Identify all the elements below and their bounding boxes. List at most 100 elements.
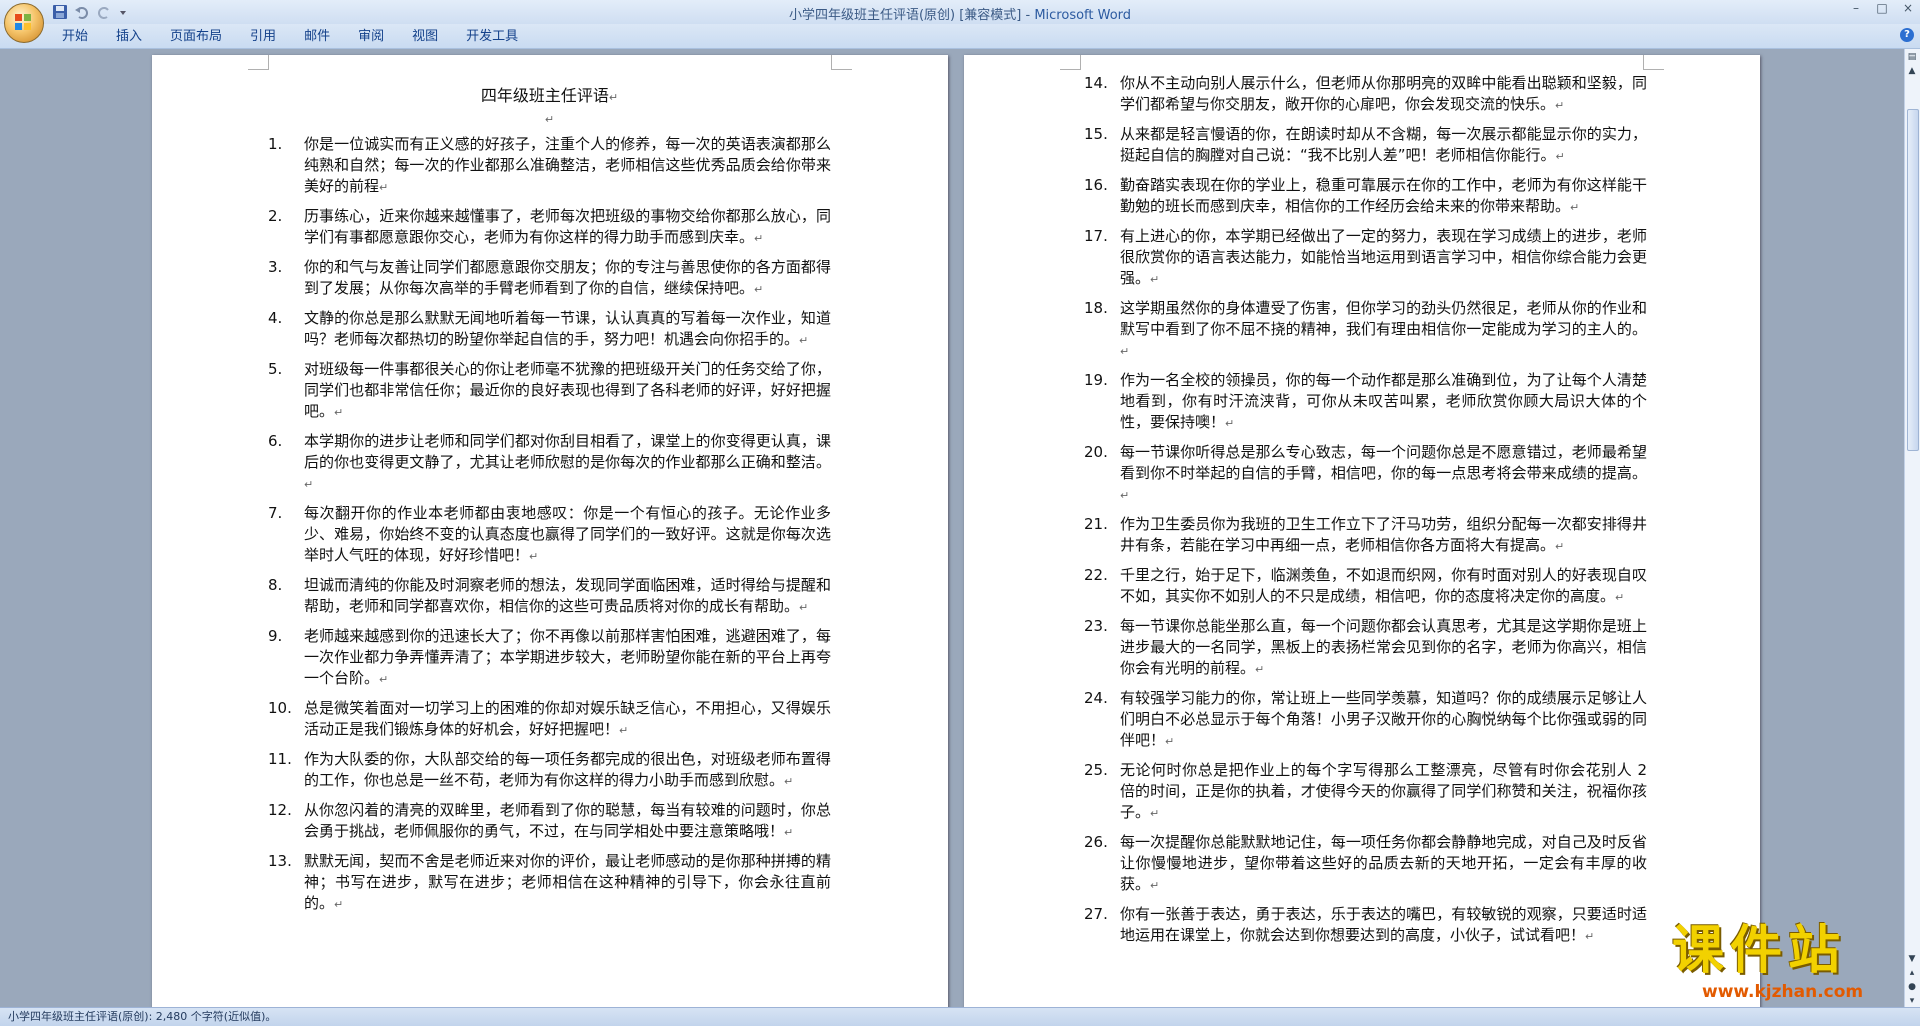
comment-paragraph: 16. 勤奋踏实表现在你的学业上，稳重可靠展示在你的工作中，老师为有你这样能干勤勉… <box>1084 175 1647 218</box>
paragraph-mark-icon: ↵ <box>1555 150 1565 163</box>
list-number: 22. <box>1084 566 1108 584</box>
paragraph-mark-icon: ↵ <box>1120 489 1130 502</box>
comment-text: 每一节课你听得总是那么专心致志，每一个问题你总是不愿意错过，老师最希望看到你不时… <box>1120 442 1647 506</box>
list-number: 18. <box>1084 299 1108 317</box>
document-page-2[interactable]: 14. 你从不主动向别人展示什么，但老师从你那明亮的双眸中能看出聪颖和坚毅，同学们… <box>964 55 1760 1007</box>
comment-list-page-1: 1. 你是一位诚实而有正义感的好孩子，注重个人的修养，每一次的英语表演都那么纯熟和… <box>268 134 831 915</box>
comment-text: 对班级每一件事都很关心的你让老师毫不犹豫的把班级开关门的任务交给了你，同学们也都… <box>304 359 831 423</box>
comment-paragraph: 12. 从你忽闪着的清亮的双眸里，老师看到了你的聪慧，每当有较难的问题时，你总会勇… <box>268 800 831 843</box>
ribbon-tab-bar: 开始 插入 页面布局 引用 邮件 审阅 视图 开发工具 ? <box>0 24 1920 49</box>
comment-paragraph: 1. 你是一位诚实而有正义感的好孩子，注重个人的修养，每一次的英语表演都那么纯熟和… <box>268 134 831 198</box>
scrollbar-thumb[interactable] <box>1907 109 1919 451</box>
comment-text: 每一次提醒你总能默默地记住，每一项任务你都会静静地完成，对自己及时反省让你慢慢地… <box>1120 832 1647 896</box>
paragraph-mark-icon: ↵ <box>1150 879 1160 892</box>
office-button[interactable] <box>4 3 44 43</box>
comment-text-body: 勤奋踏实表现在你的学业上，稳重可靠展示在你的工作中，老师为有你这样能干勤勉的班长… <box>1120 176 1647 215</box>
paragraph-mark-icon: ↵ <box>619 724 629 737</box>
comment-paragraph: 7. 每次翻开你的作业本老师都由衷地感叹：你是一个有恒心的孩子。无论作业多少、难易… <box>268 503 831 567</box>
paragraph-mark-icon: ↵ <box>1225 417 1235 430</box>
paragraph-mark-icon: ↵ <box>1615 591 1625 604</box>
comment-text-body: 你的和气与友善让同学们都愿意跟你交朋友；你的专注与善思使你的各方面都得到了发展；… <box>304 258 831 297</box>
comment-text: 你是一位诚实而有正义感的好孩子，注重个人的修养，每一次的英语表演都那么纯熟和自然… <box>304 134 831 198</box>
tab-review[interactable]: 审阅 <box>344 28 398 45</box>
comment-list-page-2: 14. 你从不主动向别人展示什么，但老师从你那明亮的双眸中能看出聪颖和坚毅，同学们… <box>1084 73 1647 947</box>
list-number: 7. <box>268 504 283 522</box>
paragraph-mark-icon: ↵ <box>754 283 764 296</box>
scroll-up-icon[interactable]: ▲ <box>1906 65 1918 77</box>
vertical-scrollbar[interactable]: ▤ ▲ ▼ ▴ ● ▾ <box>1904 49 1920 1007</box>
maximize-icon[interactable]: □ <box>1876 2 1888 14</box>
margin-corner-mark <box>248 55 269 70</box>
paragraph-mark-icon: ↵ <box>1585 930 1595 943</box>
comment-text-body: 有上进心的你，本学期已经做出了一定的努力，表现在学习成绩上的进步，老师很欣赏你的… <box>1120 227 1647 287</box>
comment-paragraph: 21. 作为卫生委员你为我班的卫生工作立下了汗马功劳，组织分配每一次都安排得井井有… <box>1084 514 1647 557</box>
list-number: 17. <box>1084 227 1108 245</box>
minimize-icon[interactable]: – <box>1850 2 1862 14</box>
comment-text-body: 对班级每一件事都很关心的你让老师毫不犹豫的把班级开关门的任务交给了你，同学们也都… <box>304 360 831 420</box>
comment-text-body: 你从不主动向别人展示什么，但老师从你那明亮的双眸中能看出聪颖和坚毅，同学们都希望… <box>1120 74 1647 113</box>
tab-page-layout[interactable]: 页面布局 <box>156 28 236 45</box>
list-number: 23. <box>1084 617 1108 635</box>
comment-paragraph: 5. 对班级每一件事都很关心的你让老师毫不犹豫的把班级开关门的任务交给了你，同学们… <box>268 359 831 423</box>
document-page-1[interactable]: 四年级班主任评语↵ ↵ 1. 你是一位诚实而有正义感的好孩子，注重个人的修养，每一… <box>152 55 948 1007</box>
paragraph-mark-icon: ↵ <box>1150 273 1160 286</box>
paragraph-mark-icon: ↵ <box>379 181 389 194</box>
comment-paragraph: 8. 坦诚而清纯的你能及时洞察老师的想法，发现同学面临困难，适时得给与提醒和帮助，… <box>268 575 831 618</box>
help-icon[interactable]: ? <box>1900 28 1914 42</box>
window-controls: – □ × <box>1850 2 1914 14</box>
comment-paragraph: 2. 历事练心，近来你越来越懂事了，老师每次把班级的事物交给你都那么放心，同学们有… <box>268 206 831 249</box>
list-number: 24. <box>1084 689 1108 707</box>
document-title-text: 小学四年级班主任评语(原创) [兼容模式] - <box>788 8 1035 23</box>
comment-paragraph: 18. 这学期虽然你的身体遭受了伤害，但你学习的劲头仍然很足，老师从你的作业和默写… <box>1084 298 1647 362</box>
paragraph-mark-icon: ↵ <box>1570 201 1580 214</box>
word-count-status[interactable]: 小学四年级班主任评语(原创): 2,480 个字符(近似值)。 <box>0 1010 276 1023</box>
list-number: 21. <box>1084 515 1108 533</box>
comment-text: 每一节课你总能坐那么直，每一个问题你都会认真思考，尤其是这学期你是班上进步最大的… <box>1120 616 1647 680</box>
tab-mailings[interactable]: 邮件 <box>290 28 344 45</box>
comment-text: 作为大队委的你，大队部交给的每一项任务都完成的很出色，对班级老师布置得的工作，你… <box>304 749 831 792</box>
comment-text: 总是微笑着面对一切学习上的困难的你却对娱乐缺乏信心，不用担心，又得娱乐活动正是我… <box>304 698 831 741</box>
list-number: 15. <box>1084 125 1108 143</box>
tab-references[interactable]: 引用 <box>236 28 290 45</box>
tab-developer[interactable]: 开发工具 <box>452 28 532 45</box>
paragraph-mark-icon: ↵ <box>334 406 344 419</box>
comment-text: 从你忽闪着的清亮的双眸里，老师看到了你的聪慧，每当有较难的问题时，你总会勇于挑战… <box>304 800 831 843</box>
close-icon[interactable]: × <box>1902 2 1914 14</box>
list-number: 8. <box>268 576 283 594</box>
watermark-url: www.kjzhan.com <box>1702 982 1864 1002</box>
list-number: 20. <box>1084 443 1108 461</box>
margin-corner-mark <box>1060 55 1081 70</box>
paragraph-mark-icon: ↵ <box>1120 345 1130 358</box>
comment-text-body: 从你忽闪着的清亮的双眸里，老师看到了你的聪慧，每当有较难的问题时，你总会勇于挑战… <box>304 801 831 840</box>
watermark-logo: 课件站 www.kjzhan.com <box>1672 922 1920 1007</box>
ruler-toggle-icon[interactable]: ▤ <box>1906 51 1918 63</box>
comment-paragraph: 26. 每一次提醒你总能默默地记住，每一项任务你都会静静地完成，对自己及时反省让你… <box>1084 832 1647 896</box>
list-number: 14. <box>1084 74 1108 92</box>
comment-paragraph: 13. 默默无闻，契而不舍是老师近来对你的评价，最让老师感动的是你那种拼搏的精神；… <box>268 851 831 915</box>
list-number: 1. <box>268 135 283 153</box>
paragraph-mark-icon: ↵ <box>544 113 555 126</box>
list-number: 4. <box>268 309 283 327</box>
watermark-title: 课件站 <box>1672 921 1847 981</box>
list-number: 27. <box>1084 905 1108 923</box>
comment-paragraph: 27. 你有一张善于表达，勇于表达，乐于表达的嘴巴，有较敏锐的观察，只要适时适地运… <box>1084 904 1647 947</box>
list-number: 9. <box>268 627 283 645</box>
margin-corner-mark <box>831 55 852 70</box>
paragraph-mark-icon: ↵ <box>1150 807 1160 820</box>
comment-text-body: 每一节课你总能坐那么直，每一个问题你都会认真思考，尤其是这学期你是班上进步最大的… <box>1120 617 1647 677</box>
comment-text-body: 你有一张善于表达，勇于表达，乐于表达的嘴巴，有较敏锐的观察，只要适时适地运用在课… <box>1120 905 1647 944</box>
paragraph-mark-icon: ↵ <box>1555 99 1565 112</box>
paragraph-mark-icon: ↵ <box>1555 540 1565 553</box>
office-logo-icon <box>15 14 31 30</box>
tab-home[interactable]: 开始 <box>48 28 102 45</box>
tab-view[interactable]: 视图 <box>398 28 452 45</box>
list-number: 16. <box>1084 176 1108 194</box>
paragraph-mark-icon: ↵ <box>608 91 619 104</box>
comment-text-body: 作为一名全校的领操员，你的每一个动作都是那么准确到位，为了让每个人清楚地看到，你… <box>1120 371 1647 431</box>
comment-text: 作为一名全校的领操员，你的每一个动作都是那么准确到位，为了让每个人清楚地看到，你… <box>1120 370 1647 434</box>
paragraph-mark-icon: ↵ <box>529 550 539 563</box>
tab-insert[interactable]: 插入 <box>102 28 156 45</box>
page-1-content: 四年级班主任评语↵ ↵ 1. 你是一位诚实而有正义感的好孩子，注重个人的修养，每一… <box>268 69 831 923</box>
list-number: 5. <box>268 360 283 378</box>
page-2-content: 14. 你从不主动向别人展示什么，但老师从你那明亮的双眸中能看出聪颖和坚毅，同学们… <box>1084 73 1647 955</box>
